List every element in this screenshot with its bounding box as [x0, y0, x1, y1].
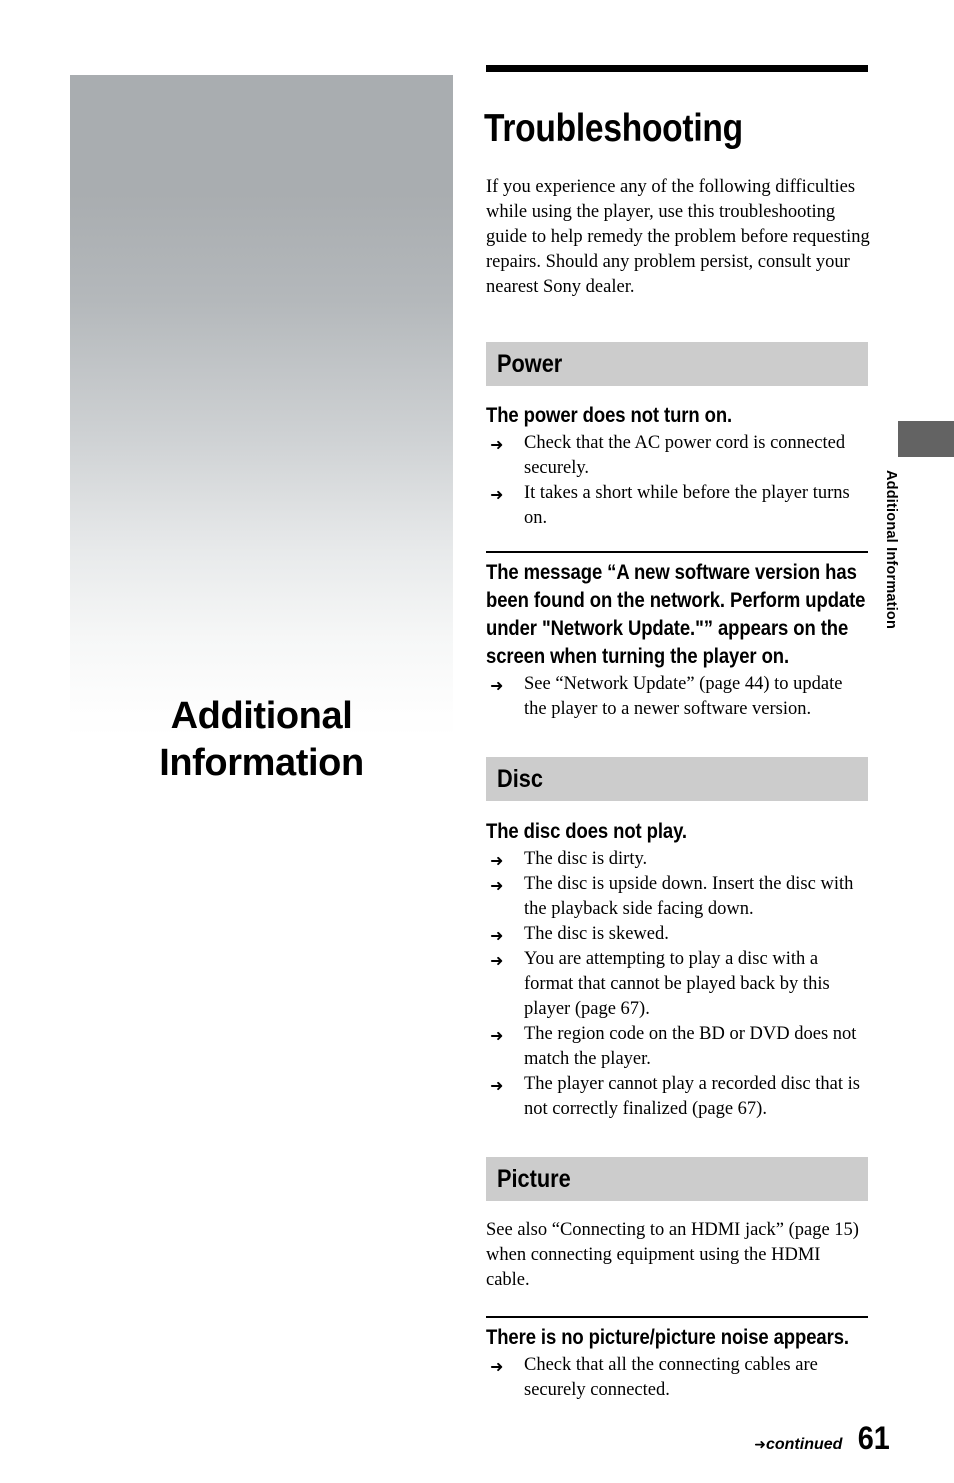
qa-answer-item: ➜ The disc is skewed. [486, 922, 868, 947]
qa-block-disc-not-play: The disc does not play. ➜ The disc is di… [486, 818, 868, 1122]
header-rule [486, 65, 868, 72]
qa-answer-list: ➜ The disc is dirty. ➜ The disc is upsid… [486, 847, 868, 1122]
qa-answer-item: ➜ The player cannot play a recorded disc… [486, 1072, 868, 1122]
continued-label: ➜continued [754, 1436, 842, 1454]
qa-divider [486, 551, 868, 553]
section-note-text: See also “Connecting to an HDMI jack” (p… [486, 1220, 859, 1290]
qa-block-no-picture: There is no picture/picture noise appear… [486, 1316, 868, 1403]
qa-answer-text: Check that the AC power cord is connecte… [524, 433, 846, 478]
qa-answer-item: ➜ The disc is dirty. [486, 847, 868, 872]
qa-answer-item: ➜ The disc is upside down. Insert the di… [486, 872, 868, 922]
section-band-disc: Disc [486, 757, 868, 801]
qa-divider [486, 1316, 868, 1318]
qa-answer-item: ➜ See “Network Update” (page 44) to upda… [486, 672, 868, 722]
qa-answer-item: ➜ Check that the AC power cord is connec… [486, 431, 868, 481]
qa-question: There is no picture/picture noise appear… [486, 1325, 849, 1349]
arrow-right-icon: ➜ [754, 1437, 766, 1453]
section-title-picture: Picture [497, 1165, 571, 1193]
arrow-right-icon: ➜ [490, 951, 504, 970]
section-band-power: Power [486, 342, 868, 386]
qa-answer-text: The disc is dirty. [524, 849, 648, 869]
arrow-right-icon: ➜ [490, 926, 504, 945]
section-band-picture: Picture [486, 1157, 868, 1201]
qa-answer-text: The disc is upside down. Insert the disc… [524, 874, 854, 919]
page-footer: ➜continued 61 [754, 1420, 892, 1457]
side-tab-label: Additional Information [883, 470, 899, 630]
qa-answer-item: ➜ The region code on the BD or DVD does … [486, 1022, 868, 1072]
arrow-right-icon: ➜ [490, 675, 504, 695]
section-title-disc: Disc [497, 765, 543, 793]
qa-answer-text: It takes a short while before the player… [524, 483, 850, 528]
arrow-right-icon: ➜ [490, 485, 504, 504]
chapter-opener-panel [70, 75, 453, 738]
section-title-power: Power [497, 350, 563, 378]
arrow-right-icon: ➜ [490, 1356, 504, 1376]
picture-section-note: See also “Connecting to an HDMI jack” (p… [486, 1218, 868, 1293]
arrow-right-icon: ➜ [490, 435, 504, 454]
page-number: 61 [858, 1420, 891, 1456]
qa-answer-item: ➜ You are attempting to play a disc with… [486, 947, 868, 1022]
qa-answer-text: The region code on the BD or DVD does no… [524, 1024, 857, 1069]
intro-paragraph: If you experience any of the following d… [486, 176, 870, 297]
qa-question: The power does not turn on. [486, 404, 733, 427]
qa-answer-text: Check that all the connecting cables are… [524, 1354, 818, 1400]
qa-question: The disc does not play. [486, 820, 687, 843]
qa-block-software-version-message: The message “A new software version has … [486, 551, 868, 722]
qa-question: The message “A new software version has … [486, 560, 866, 668]
chapter-title: Additional Information [159, 695, 364, 784]
qa-answer-text: The player cannot play a recorded disc t… [524, 1074, 860, 1119]
qa-answer-text: See “Network Update” (page 44) to update… [524, 673, 843, 719]
qa-answer-list: ➜ Check that all the connecting cables a… [486, 1353, 868, 1403]
continued-text: continued [765, 1436, 843, 1453]
qa-answer-list: ➜ Check that the AC power cord is connec… [486, 431, 868, 531]
qa-answer-text: You are attempting to play a disc with a… [524, 949, 830, 1019]
arrow-right-icon: ➜ [490, 851, 504, 870]
arrow-right-icon: ➜ [490, 1026, 504, 1045]
qa-answer-list: ➜ See “Network Update” (page 44) to upda… [486, 672, 868, 722]
page-title: Troubleshooting [484, 107, 743, 151]
qa-block-power-no-turn-on: The power does not turn on. ➜ Check that… [486, 402, 868, 531]
qa-answer-item: ➜ Check that all the connecting cables a… [486, 1353, 868, 1403]
qa-answer-item: ➜ It takes a short while before the play… [486, 481, 868, 531]
arrow-right-icon: ➜ [490, 1076, 504, 1095]
arrow-right-icon: ➜ [490, 876, 504, 895]
side-tab-marker [898, 421, 954, 457]
qa-answer-text: The disc is skewed. [524, 924, 669, 944]
